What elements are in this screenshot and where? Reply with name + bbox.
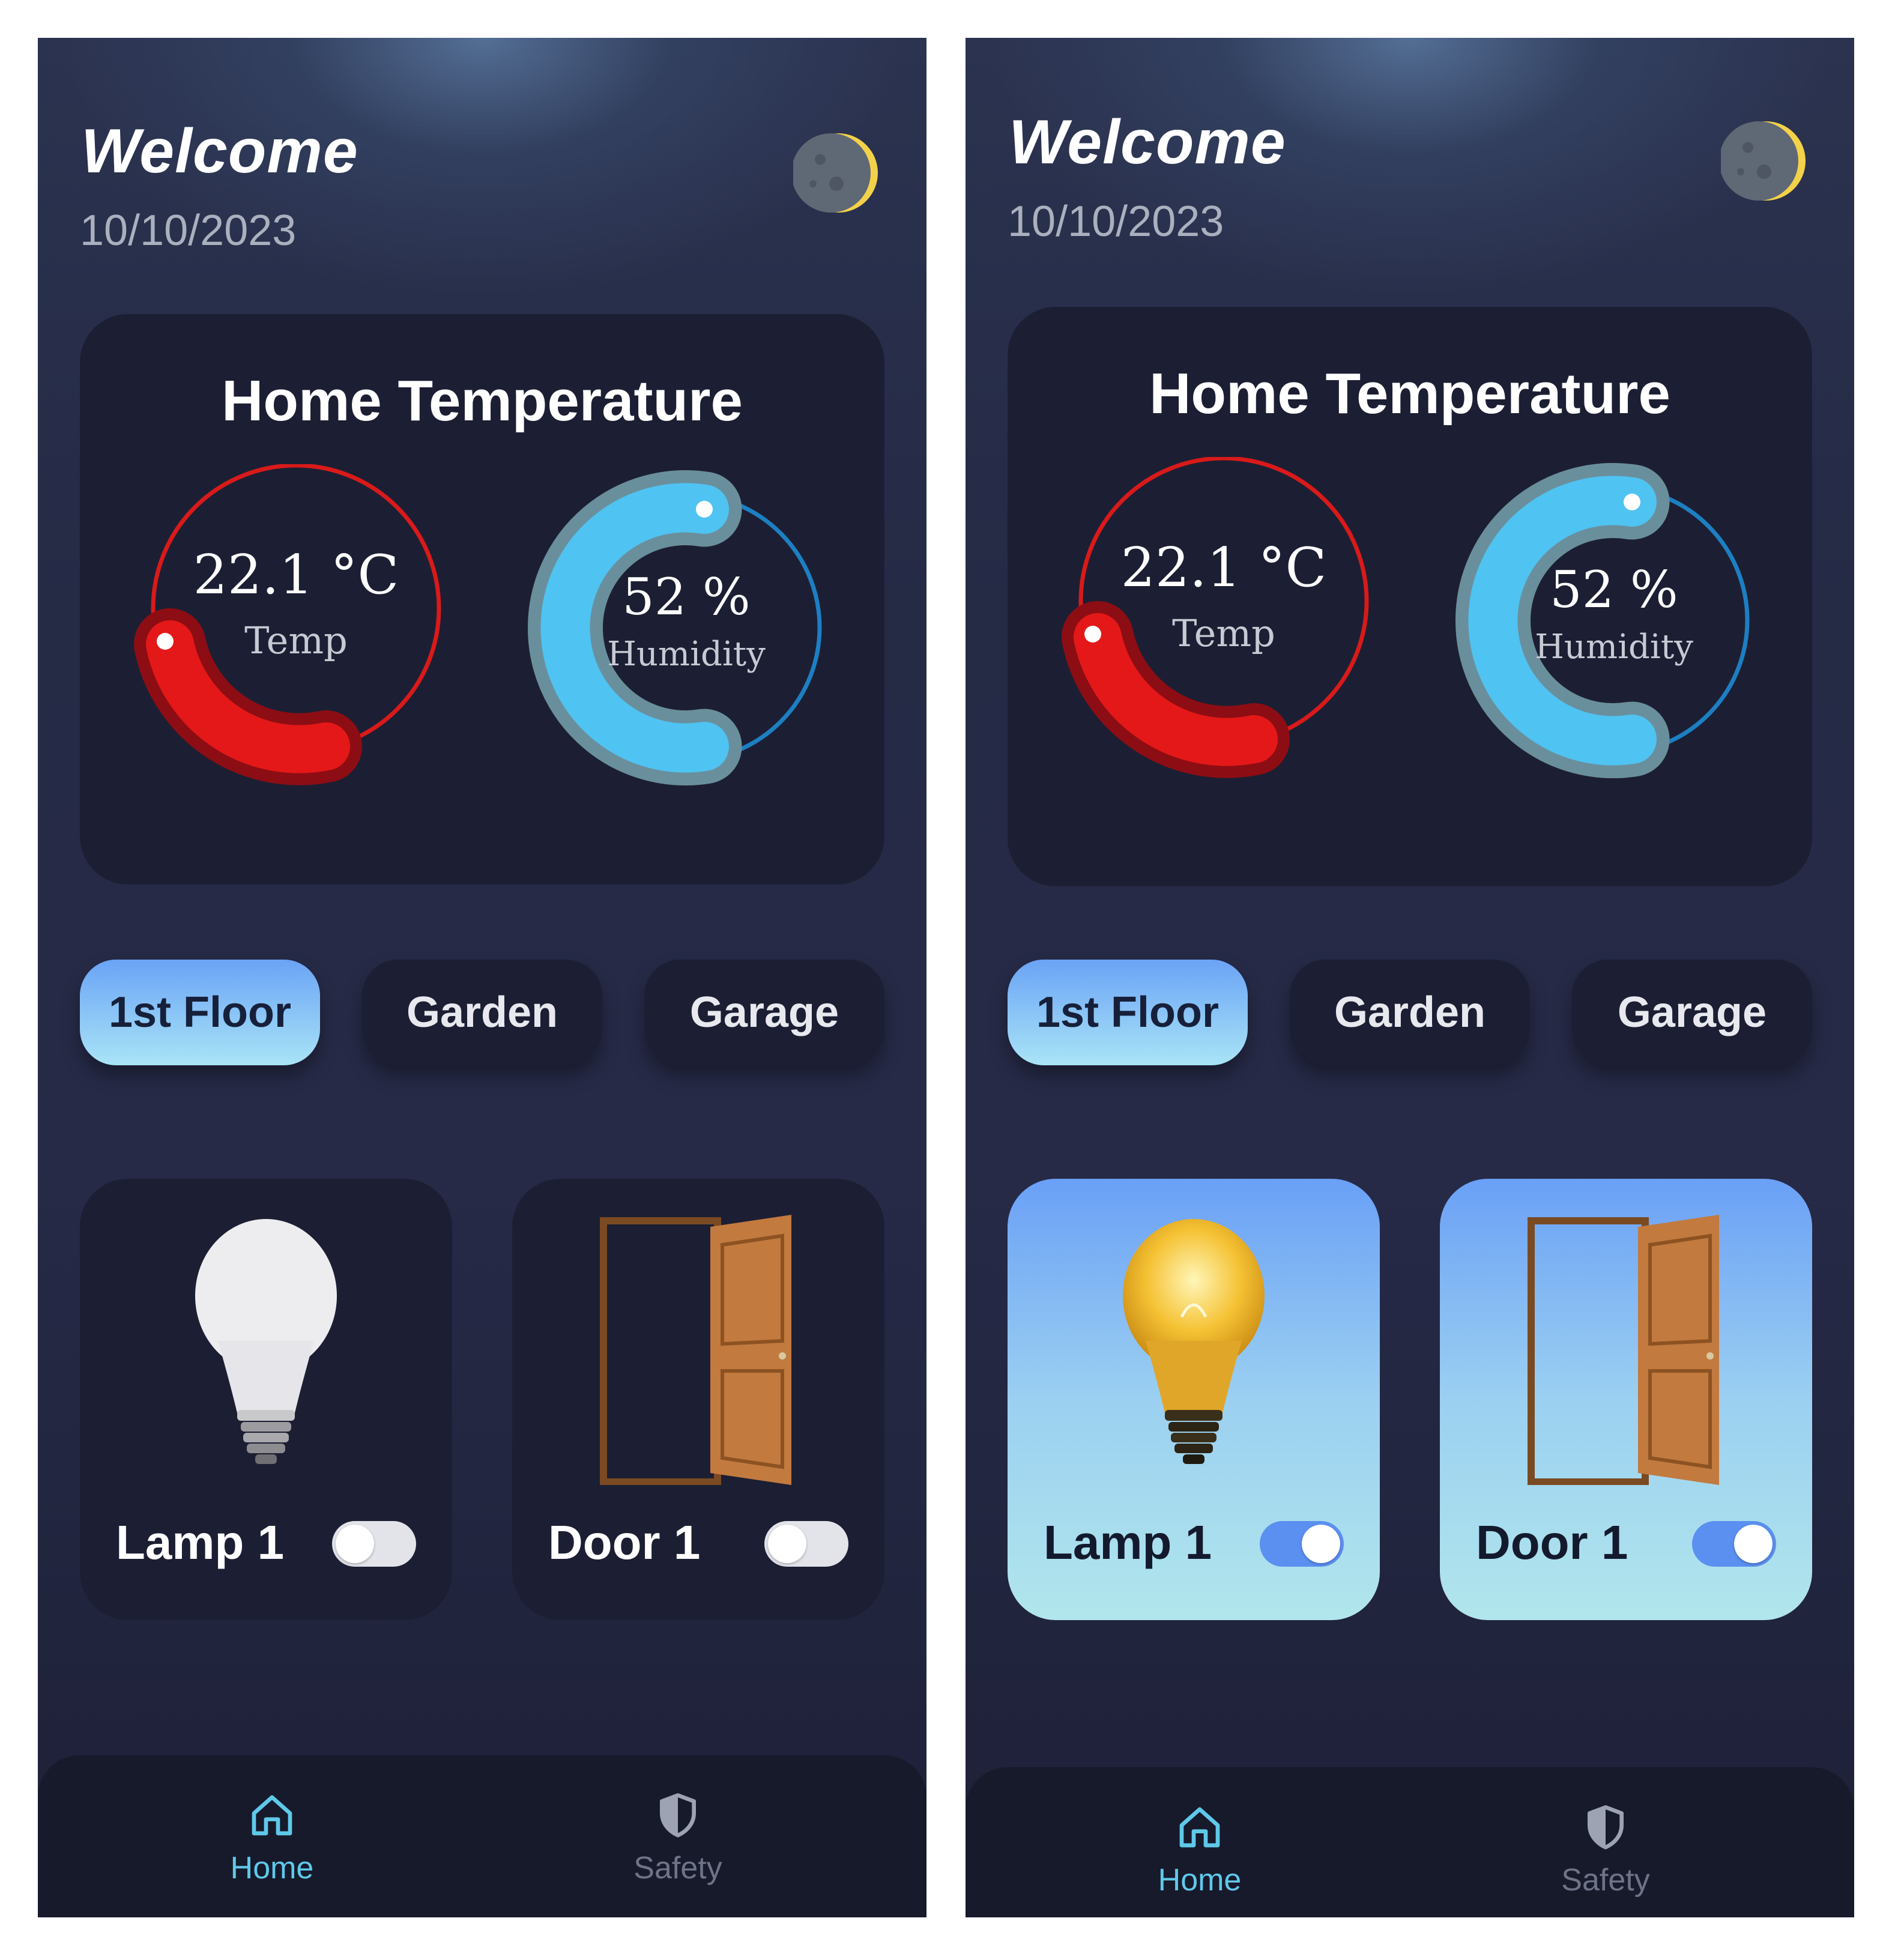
tab-garden[interactable]: Garden: [1290, 960, 1530, 1065]
tab-garage[interactable]: Garage: [1572, 960, 1812, 1065]
home-icon: [252, 1795, 292, 1836]
lamp-toggle[interactable]: [1260, 1521, 1344, 1567]
nav-home-label: Home: [230, 1851, 314, 1886]
bottom-nav: Home Safety: [966, 1767, 1854, 1917]
tab-garage[interactable]: Garage: [644, 960, 884, 1065]
welcome-heading: Welcome: [1009, 107, 1286, 177]
moon-icon[interactable]: [793, 128, 883, 218]
temperature-label: Temp: [1172, 611, 1275, 655]
card-title: Home Temperature: [222, 369, 743, 433]
tab-1st-floor[interactable]: 1st Floor: [80, 960, 320, 1065]
temperature-gauge: 22.1 °C Temp: [134, 464, 441, 785]
nav-safety-label: Safety: [1561, 1863, 1650, 1898]
device-label: Lamp 1: [1044, 1516, 1212, 1569]
phone-screen-on-state: Welcome 10/10/2023 Home Temperature 22.1…: [966, 38, 1854, 1917]
humidity-value: 52 %: [1550, 560, 1678, 619]
moon-icon[interactable]: [1721, 116, 1811, 206]
lightbulb-icon: [195, 1219, 337, 1464]
door-toggle[interactable]: [1692, 1521, 1776, 1567]
card-title: Home Temperature: [1149, 361, 1670, 426]
nav-safety-label: Safety: [633, 1851, 722, 1886]
device-card-door[interactable]: Door 1: [512, 1179, 884, 1620]
device-card-lamp[interactable]: Lamp 1: [1008, 1179, 1380, 1620]
current-date: 10/10/2023: [80, 207, 297, 255]
device-label: Lamp 1: [116, 1516, 285, 1569]
welcome-heading: Welcome: [81, 116, 358, 186]
home-temperature-card: Home Temperature 22.1 °C Temp 52 % Humid…: [80, 314, 884, 885]
device-card-lamp[interactable]: Lamp 1: [80, 1179, 452, 1620]
device-label: Door 1: [548, 1516, 701, 1569]
home-temperature-card: Home Temperature 22.1 °C Temp 52 % Humid…: [1008, 307, 1812, 886]
humidity-label: Humidity: [1535, 628, 1693, 667]
home-icon: [1179, 1807, 1220, 1848]
humidity-gauge: 52 % Humidity: [528, 470, 822, 785]
nav-safety[interactable]: Safety: [588, 1791, 768, 1886]
temperature-value: 22.1 °C: [1121, 536, 1327, 599]
door-icon: [600, 1215, 791, 1485]
nav-home[interactable]: Home: [182, 1791, 362, 1886]
gauges: 22.1 °C Temp 52 % Humidity: [134, 464, 822, 785]
door-toggle[interactable]: [764, 1521, 848, 1567]
humidity-value: 52 %: [622, 567, 750, 626]
phone-screen-off-state: Welcome 10/10/2023 Home Temperature 22.1…: [38, 38, 926, 1917]
temperature-label: Temp: [244, 619, 348, 662]
device-label: Door 1: [1476, 1516, 1628, 1569]
device-card-door[interactable]: Door 1: [1440, 1179, 1812, 1620]
gauges: 22.1 °C Temp 52 % Humidity: [1062, 457, 1750, 778]
tab-garden[interactable]: Garden: [362, 960, 602, 1065]
toggle-knob: [1734, 1525, 1773, 1563]
door-icon: [1528, 1215, 1719, 1485]
tab-1st-floor[interactable]: 1st Floor: [1008, 960, 1248, 1065]
shield-icon: [660, 1793, 696, 1838]
temperature-gauge: 22.1 °C Temp: [1062, 457, 1369, 778]
current-date: 10/10/2023: [1008, 198, 1224, 246]
room-tabs: 1st Floor Garden Garage: [80, 960, 884, 1068]
temperature-value: 22.1 °C: [193, 543, 399, 606]
humidity-gauge: 52 % Humidity: [1455, 463, 1750, 778]
nav-home-label: Home: [1158, 1863, 1242, 1898]
lightbulb-icon: [1123, 1219, 1265, 1464]
room-tabs: 1st Floor Garden Garage: [1008, 960, 1812, 1068]
nav-home[interactable]: Home: [1110, 1803, 1290, 1898]
nav-safety[interactable]: Safety: [1516, 1803, 1696, 1898]
bottom-nav: Home Safety: [38, 1755, 926, 1917]
humidity-label: Humidity: [607, 635, 766, 674]
lamp-toggle[interactable]: [332, 1521, 416, 1567]
shield-icon: [1588, 1805, 1624, 1850]
toggle-knob: [768, 1525, 806, 1563]
toggle-knob: [336, 1525, 374, 1563]
toggle-knob: [1302, 1525, 1340, 1563]
